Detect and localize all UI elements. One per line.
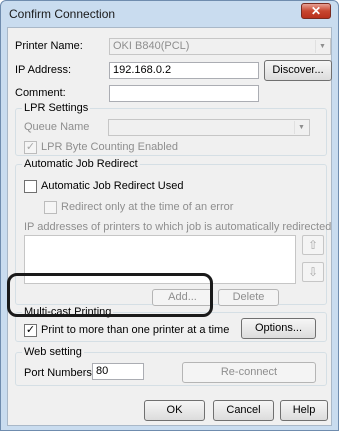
- move-up-button[interactable]: ⇧: [302, 235, 324, 255]
- port-numbers-label: Port Numbers: [24, 367, 92, 379]
- ok-button[interactable]: OK: [144, 400, 205, 421]
- redirect-on-error-checkbox[interactable]: [44, 201, 57, 214]
- port-numbers-value: 80: [96, 365, 109, 377]
- reconnect-button[interactable]: Re-connect: [182, 362, 316, 383]
- redirect-on-error-label: Redirect only at the time of an error: [61, 201, 234, 213]
- comment-label: Comment:: [15, 87, 66, 99]
- printer-name-select[interactable]: OKI B840(PCL) ▼: [109, 38, 331, 55]
- port-numbers-input[interactable]: 80: [92, 363, 144, 380]
- web-setting-group: Web setting Port Numbers 80 Re-connect: [15, 346, 327, 386]
- arrow-up-icon: ⇧: [307, 238, 319, 252]
- auto-redirect-used-checkbox[interactable]: [24, 180, 37, 193]
- chevron-down-icon: ▼: [294, 121, 308, 134]
- queue-name-select[interactable]: ▼: [108, 119, 310, 136]
- lpr-settings-legend: LPR Settings: [22, 102, 91, 114]
- auto-job-redirect-legend: Automatic Job Redirect: [22, 158, 140, 170]
- annotation-highlight: [7, 273, 213, 317]
- close-button[interactable]: ✕: [301, 3, 331, 19]
- printer-name-label: Printer Name:: [15, 40, 83, 52]
- arrow-down-icon: ⇩: [307, 265, 319, 279]
- dialog-body: Printer Name: OKI B840(PCL) ▼ IP Address…: [7, 27, 332, 426]
- lpr-settings-group: LPR Settings Queue Name ▼ ✓ LPR Byte Cou…: [15, 102, 327, 156]
- confirm-connection-dialog: Confirm Connection ✕ Printer Name: OKI B…: [0, 0, 339, 431]
- lpr-byte-counting-checkbox[interactable]: ✓: [24, 141, 37, 154]
- close-icon: ✕: [310, 4, 322, 18]
- comment-input[interactable]: [109, 85, 259, 102]
- web-setting-legend: Web setting: [22, 346, 84, 358]
- cancel-button[interactable]: Cancel: [213, 400, 274, 421]
- print-multiple-label: Print to more than one printer at a time: [41, 324, 230, 336]
- chevron-down-icon: ▼: [315, 40, 329, 53]
- delete-button[interactable]: Delete: [218, 289, 279, 306]
- redirect-ip-list-label: IP addresses of printers to which job is…: [24, 221, 332, 233]
- queue-name-label: Queue Name: [24, 121, 90, 133]
- auto-redirect-used-label: Automatic Job Redirect Used: [41, 180, 184, 192]
- ip-address-value: 192.168.0.2: [113, 64, 172, 76]
- lpr-byte-counting-label: LPR Byte Counting Enabled: [41, 141, 178, 153]
- move-down-button[interactable]: ⇩: [302, 262, 324, 282]
- discover-button[interactable]: Discover...: [264, 60, 332, 81]
- check-icon: ✓: [25, 141, 36, 153]
- printer-name-value: OKI B840(PCL): [113, 40, 190, 52]
- options-button[interactable]: Options...: [241, 318, 316, 339]
- ip-address-input[interactable]: 192.168.0.2: [109, 62, 259, 79]
- ip-address-label: IP Address:: [15, 64, 72, 76]
- check-icon: ✓: [25, 324, 36, 336]
- title-bar[interactable]: Confirm Connection ✕: [1, 1, 338, 25]
- window-title: Confirm Connection: [9, 7, 116, 21]
- print-multiple-checkbox[interactable]: ✓: [24, 324, 37, 337]
- help-button[interactable]: Help: [280, 400, 328, 421]
